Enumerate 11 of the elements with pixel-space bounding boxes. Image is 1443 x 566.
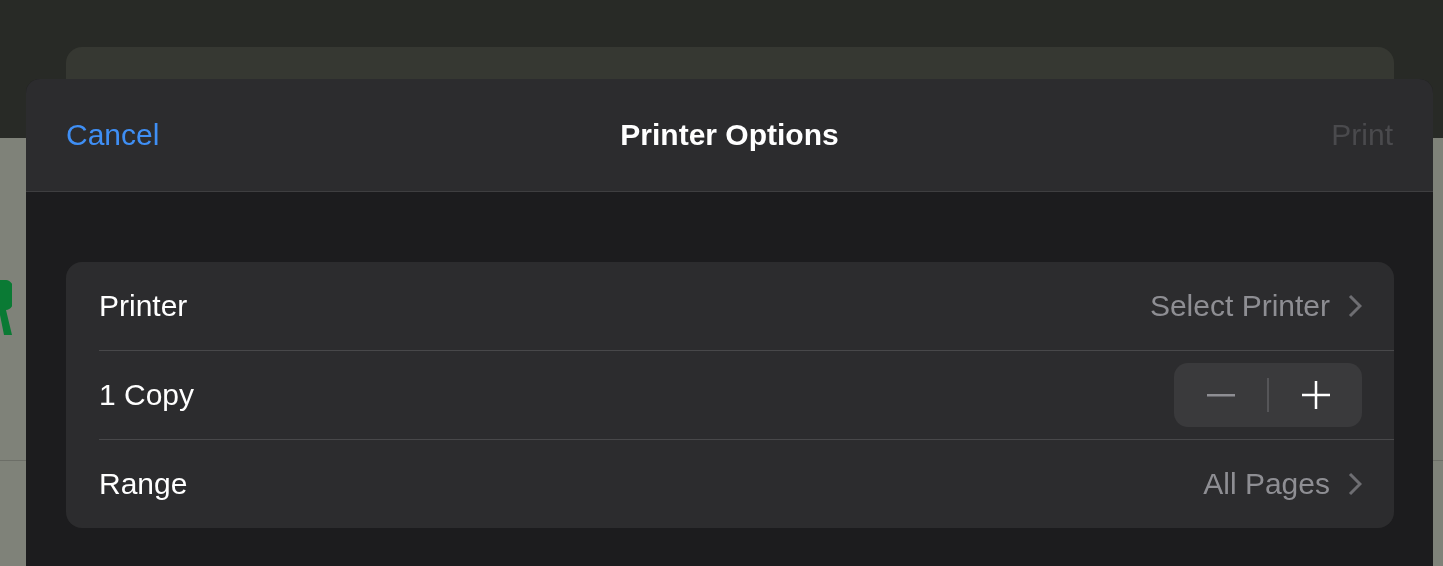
option-value[interactable]: All Pages [1203,467,1362,501]
plus-icon [1301,381,1330,409]
option-label: 1 Copy [99,378,196,412]
option-label: Range [99,467,189,501]
chevron-icon [1348,472,1362,496]
option-value[interactable]: Select Printer [1149,289,1362,323]
chevron-icon [1348,294,1362,318]
sheet-title: Printer Options [620,118,839,152]
minus-icon [1206,393,1235,397]
option-label: Printer [99,289,189,323]
cancel-button[interactable]: Cancel [66,118,160,152]
